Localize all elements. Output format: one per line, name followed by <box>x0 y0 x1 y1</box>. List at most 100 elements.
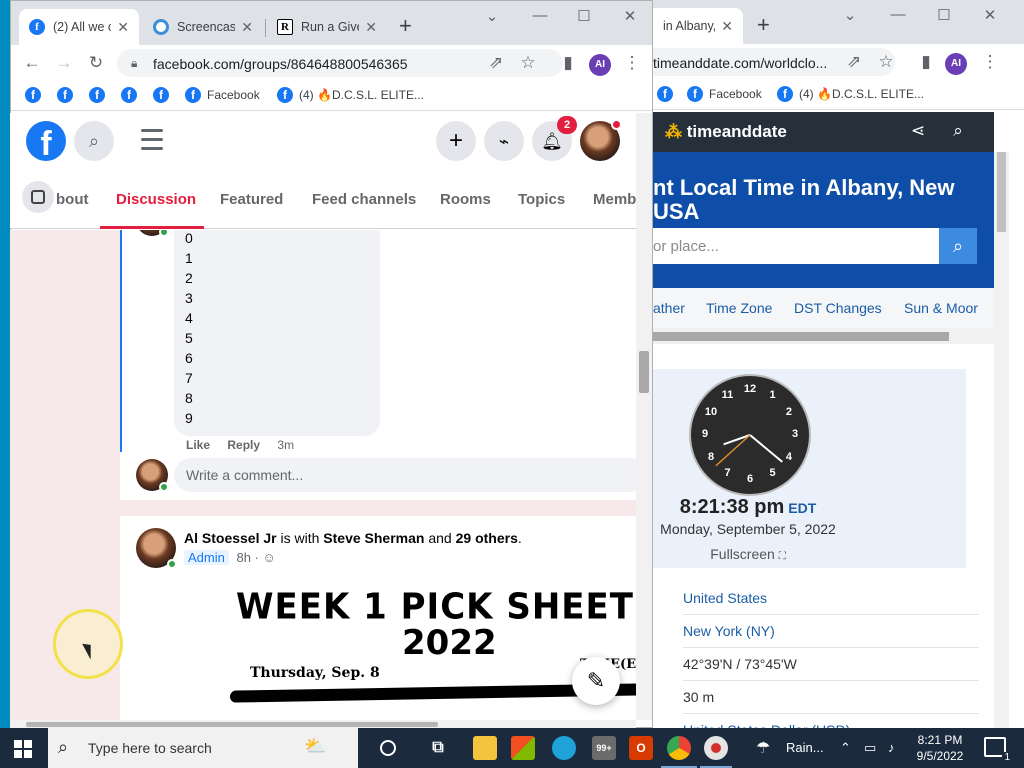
scroll-thumb[interactable] <box>639 351 649 393</box>
tab-time-zone[interactable]: Time Zone <box>706 300 772 316</box>
taskbar-search[interactable]: ⌕ Type here to search ⛅ <box>48 728 358 768</box>
chevron-down-icon[interactable]: ⌄ <box>835 6 865 24</box>
tagged-user-link[interactable]: Steve Sherman <box>323 530 424 546</box>
tab-discussion[interactable]: Discussion <box>116 191 196 208</box>
bookmark-dcsl[interactable]: f (4) 🔥D.C.S.L. ELITE... <box>777 86 924 102</box>
post-time[interactable]: 8h <box>236 550 250 565</box>
new-tab-icon[interactable]: + <box>757 14 770 36</box>
task-view-icon[interactable]: ⧉ <box>426 736 450 760</box>
tab-facebook-group[interactable]: f (2) All we c ✕ <box>19 9 139 45</box>
vertical-scrollbar[interactable] <box>636 113 652 720</box>
tab-screencast[interactable]: Screencast ✕ <box>143 9 263 45</box>
profile-avatar[interactable]: AI <box>589 54 611 76</box>
sidebar-toggle-icon[interactable] <box>22 181 54 213</box>
info-row-country[interactable]: United States <box>683 582 979 615</box>
admin-badge[interactable]: Admin <box>184 550 229 565</box>
write-comment-input[interactable]: Write a comment... <box>174 458 636 492</box>
info-row-state[interactable]: New York (NY) <box>683 615 979 648</box>
minimize-icon[interactable]: — <box>883 6 913 23</box>
back-icon[interactable]: ← <box>21 53 43 73</box>
action-center-icon[interactable]: 1 <box>984 737 1012 763</box>
fullscreen-button[interactable]: Fullscreen ⛶ <box>653 546 843 562</box>
bookmark-fb-5[interactable]: f <box>153 87 175 103</box>
tab-about[interactable]: bout <box>56 191 88 208</box>
windows-start-icon[interactable] <box>14 740 32 758</box>
close-icon[interactable]: ✕ <box>365 19 377 36</box>
chrome-icon[interactable] <box>667 736 691 760</box>
volume-icon[interactable]: ♪ <box>888 740 895 755</box>
author-link[interactable]: Al Stoessel Jr <box>184 530 277 546</box>
store-icon[interactable] <box>511 736 535 760</box>
search-button[interactable]: ⌕ <box>74 121 114 161</box>
horizontal-scrollbar[interactable] <box>10 720 636 728</box>
bookmark-fb-3[interactable]: f <box>89 87 111 103</box>
network-icon[interactable]: ▭ <box>864 740 876 756</box>
create-button[interactable]: + <box>436 121 476 161</box>
tab-feed-channels[interactable]: Feed channels <box>312 191 416 208</box>
close-icon[interactable]: ✕ <box>721 18 733 35</box>
office-icon[interactable]: O <box>629 736 653 760</box>
file-explorer-icon[interactable] <box>473 736 497 760</box>
weather-text[interactable]: Rain... <box>786 740 824 755</box>
my-avatar[interactable] <box>136 459 169 492</box>
search-button[interactable]: ⌕ <box>939 228 977 264</box>
comment-time[interactable]: 3m <box>277 438 294 452</box>
new-tab-icon[interactable]: + <box>399 15 412 37</box>
search-icon[interactable]: ⌕ <box>947 121 969 141</box>
info-row-currency[interactable]: United States Dollar (USD) <box>683 714 979 728</box>
side-panel-icon[interactable]: ▮ <box>915 52 937 72</box>
tab-rooms[interactable]: Rooms <box>440 191 491 208</box>
close-icon[interactable]: ✕ <box>241 19 253 36</box>
share-icon[interactable]: ⋖ <box>907 121 929 141</box>
forward-icon[interactable]: → <box>53 53 75 73</box>
bookmark-fb[interactable]: f <box>657 86 679 102</box>
tab-topics[interactable]: Topics <box>518 191 565 208</box>
bookmark-facebook[interactable]: f Facebook <box>687 86 762 102</box>
maximize-icon[interactable]: ☐ <box>929 6 959 24</box>
tab-timeanddate[interactable]: in Albany, ✕ <box>653 8 743 44</box>
close-window-icon[interactable]: ✕ <box>975 6 1005 24</box>
menu-dots-icon[interactable]: ⋮ <box>979 52 1001 72</box>
system-clock[interactable]: 8:21 PM 9/5/2022 <box>905 732 975 764</box>
menu-dots-icon[interactable]: ⋮ <box>621 53 643 73</box>
chevron-down-icon[interactable]: ⌄ <box>477 7 507 25</box>
new-post-button[interactable]: ✎ <box>572 657 620 705</box>
close-window-icon[interactable]: ✕ <box>615 7 645 25</box>
bookmark-facebook[interactable]: f Facebook <box>185 87 260 103</box>
bookmark-star-icon[interactable]: ☆ <box>875 52 897 72</box>
tab-featured[interactable]: Featured <box>220 191 283 208</box>
bookmark-fb-2[interactable]: f <box>57 87 79 103</box>
bookmark-dcsl[interactable]: f (4) 🔥D.C.S.L. ELITE... <box>277 87 424 103</box>
scroll-thumb[interactable] <box>997 152 1006 232</box>
tab-sun-moon[interactable]: Sun & Moor <box>904 300 978 316</box>
horizontal-scrollbar[interactable] <box>653 328 994 344</box>
post-author-avatar[interactable] <box>136 528 177 569</box>
scroll-thumb[interactable] <box>26 722 438 727</box>
minimize-icon[interactable]: — <box>525 7 555 24</box>
bookmark-fb-1[interactable]: f <box>25 87 47 103</box>
weather-widget-icon[interactable]: ⛅ <box>304 736 326 757</box>
bookmark-star-icon[interactable]: ☆ <box>517 53 539 73</box>
close-icon[interactable]: ✕ <box>117 19 129 36</box>
timezone-abbr[interactable]: EDT <box>788 500 816 516</box>
edge-icon[interactable] <box>552 736 576 760</box>
mail-icon[interactable]: 99+ <box>592 736 616 760</box>
search-input[interactable]: or place... <box>653 228 939 264</box>
bookmark-fb-4[interactable]: f <box>121 87 143 103</box>
recorder-icon[interactable] <box>704 736 728 760</box>
scroll-thumb[interactable] <box>653 332 949 341</box>
tray-chevron-icon[interactable]: ⌃ <box>840 740 851 756</box>
tab-weather[interactable]: ather <box>653 300 685 316</box>
reload-icon[interactable]: ↻ <box>85 53 107 73</box>
tad-logo[interactable]: ⁂ timeanddate <box>665 122 787 142</box>
post-image[interactable]: WEEK 1 PICK SHEET 2022 Thursday, Sep. 8 … <box>120 579 636 720</box>
facebook-logo-icon[interactable]: f <box>26 121 66 163</box>
menu-icon[interactable] <box>141 129 163 156</box>
account-avatar[interactable] <box>580 119 622 161</box>
cortana-icon[interactable] <box>380 740 396 756</box>
vertical-scrollbar[interactable] <box>994 152 1009 728</box>
tab-dst-changes[interactable]: DST Changes <box>794 300 882 316</box>
side-panel-icon[interactable]: ▮ <box>557 53 579 73</box>
tab-run-a-giveaway[interactable]: R Run a Give ✕ <box>267 9 387 45</box>
share-icon[interactable]: ⇗ <box>485 53 507 73</box>
